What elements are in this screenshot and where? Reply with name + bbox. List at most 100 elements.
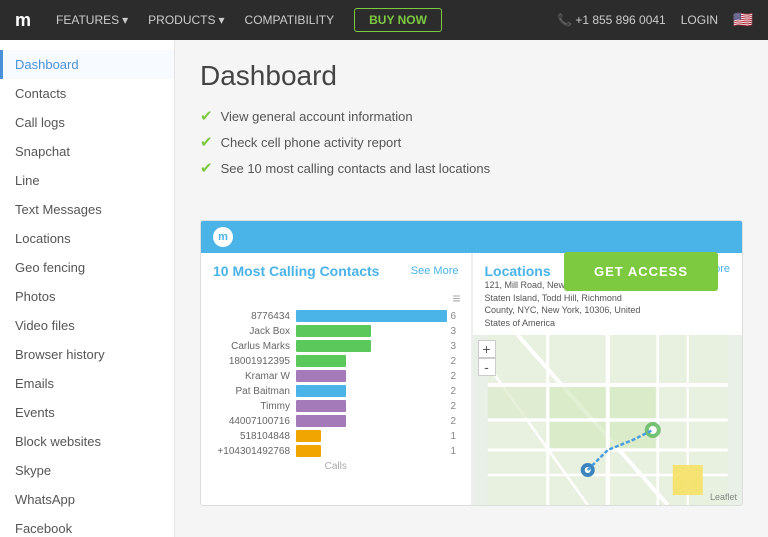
sidebar-item-locations[interactable]: Locations — [0, 224, 174, 253]
sidebar-item-call-logs[interactable]: Call logs — [0, 108, 174, 137]
nav-phone: 📞 +1 855 896 0041 — [557, 13, 666, 27]
bar-count: 2 — [451, 401, 461, 412]
bar-count: 3 — [451, 341, 461, 352]
check-icon: ✔ — [200, 107, 213, 125]
contacts-panel: 10 Most Calling Contacts See More ≡ 8776… — [201, 253, 472, 505]
bar-track — [296, 340, 447, 352]
bar-track — [296, 370, 447, 382]
bar-fill — [296, 445, 321, 457]
sidebar-item-block-websites[interactable]: Block websites — [0, 427, 174, 456]
layout: DashboardContactsCall logsSnapchatLineTe… — [0, 40, 768, 537]
sidebar-item-emails[interactable]: Emails — [0, 369, 174, 398]
bar-label: Timmy — [211, 401, 296, 412]
bar-fill — [296, 340, 371, 352]
leaflet-label: Leaflet — [710, 492, 737, 502]
panel-m-logo: m — [213, 227, 233, 247]
topnav: m FEATURES ▾ PRODUCTS ▾ COMPATIBILITY BU… — [0, 0, 768, 40]
sidebar-item-whatsapp[interactable]: WhatsApp — [0, 485, 174, 514]
bar-label: +104301492768 — [211, 446, 296, 457]
contacts-panel-title: 10 Most Calling Contacts — [213, 263, 379, 279]
bar-label: 18001912395 — [211, 356, 296, 367]
bar-track — [296, 385, 447, 397]
zoom-out-button[interactable]: - — [478, 358, 496, 376]
bar-row: 518104848 1 — [211, 430, 461, 442]
bar-track — [296, 445, 447, 457]
sidebar-item-facebook[interactable]: Facebook — [0, 514, 174, 537]
feature-item: ✔View general account information — [200, 107, 490, 125]
bar-count: 1 — [451, 446, 461, 457]
zoom-controls: + - — [478, 340, 496, 376]
bar-fill — [296, 400, 346, 412]
bar-label: 8776434 — [211, 311, 296, 322]
bar-row: Carlus Marks 3 — [211, 340, 461, 352]
nav-logo: m — [15, 10, 31, 31]
bar-row: Jack Box 3 — [211, 325, 461, 337]
bar-track — [296, 310, 447, 322]
bar-track — [296, 400, 447, 412]
bar-label: 44007100716 — [211, 416, 296, 427]
bar-label: Jack Box — [211, 326, 296, 337]
feature-item: ✔Check cell phone activity report — [200, 133, 490, 151]
bar-row: 44007100716 2 — [211, 415, 461, 427]
bar-count: 2 — [451, 386, 461, 397]
sidebar-item-events[interactable]: Events — [0, 398, 174, 427]
bar-label: Carlus Marks — [211, 341, 296, 352]
zoom-in-button[interactable]: + — [478, 340, 496, 358]
bar-count: 6 — [451, 311, 461, 322]
feature-list: ✔View general account information ✔Check … — [200, 107, 490, 185]
nav-login[interactable]: LOGIN — [681, 13, 718, 27]
sidebar-item-text-messages[interactable]: Text Messages — [0, 195, 174, 224]
sidebar-item-line[interactable]: Line — [0, 166, 174, 195]
bar-count: 2 — [451, 371, 461, 382]
bar-fill — [296, 370, 346, 382]
bar-track — [296, 415, 447, 427]
bar-row: Pat Baitman 2 — [211, 385, 461, 397]
sidebar-item-browser-history[interactable]: Browser history — [0, 340, 174, 369]
bar-chart: 8776434 6 Jack Box 3 Carlus Marks 3 1800… — [211, 310, 461, 457]
map-area: + - Leaflet — [473, 335, 743, 505]
bar-fill — [296, 415, 346, 427]
panel-header-bar: m — [201, 221, 742, 253]
topnav-right: 📞 +1 855 896 0041 LOGIN 🇺🇸 — [557, 10, 753, 30]
get-access-button[interactable]: GET ACCESS — [564, 252, 718, 291]
features-row: ✔View general account information ✔Check … — [200, 107, 743, 205]
bar-count: 2 — [451, 356, 461, 367]
sidebar-item-dashboard[interactable]: Dashboard — [0, 50, 174, 79]
page-title: Dashboard — [200, 60, 743, 92]
bar-fill — [296, 310, 447, 322]
bar-label: 518104848 — [211, 431, 296, 442]
bar-track — [296, 430, 447, 442]
sidebar-item-snapchat[interactable]: Snapchat — [0, 137, 174, 166]
nav-compatibility[interactable]: COMPATIBILITY — [245, 13, 335, 27]
sidebar-item-contacts[interactable]: Contacts — [0, 79, 174, 108]
bar-track — [296, 355, 447, 367]
sidebar-item-skype[interactable]: Skype — [0, 456, 174, 485]
bar-label: Pat Baitman — [211, 386, 296, 397]
nav-products[interactable]: PRODUCTS ▾ — [148, 13, 224, 27]
chart-axis-label: Calls — [211, 461, 461, 472]
nav-buy-now[interactable]: BUY NOW — [354, 8, 442, 32]
bar-fill — [296, 430, 321, 442]
map-svg — [473, 335, 743, 505]
main-content: Dashboard ✔View general account informat… — [175, 40, 768, 537]
bar-track — [296, 325, 447, 337]
nav-flag[interactable]: 🇺🇸 — [733, 10, 753, 30]
bar-row: Timmy 2 — [211, 400, 461, 412]
bar-row: 18001912395 2 — [211, 355, 461, 367]
contacts-panel-header: 10 Most Calling Contacts See More — [201, 253, 471, 285]
contacts-see-more[interactable]: See More — [411, 265, 459, 277]
sidebar: DashboardContactsCall logsSnapchatLineTe… — [0, 40, 175, 537]
bar-count: 3 — [451, 326, 461, 337]
bar-count: 1 — [451, 431, 461, 442]
nav-features[interactable]: FEATURES ▾ — [56, 13, 128, 27]
bar-row: +104301492768 1 — [211, 445, 461, 457]
bar-fill — [296, 355, 346, 367]
sidebar-item-geo-fencing[interactable]: Geo fencing — [0, 253, 174, 282]
sidebar-item-video-files[interactable]: Video files — [0, 311, 174, 340]
bar-fill — [296, 385, 346, 397]
check-icon: ✔ — [200, 133, 213, 151]
chart-menu-icon[interactable]: ≡ — [211, 290, 461, 306]
feature-item: ✔See 10 most calling contacts and last l… — [200, 159, 490, 177]
bar-count: 2 — [451, 416, 461, 427]
sidebar-item-photos[interactable]: Photos — [0, 282, 174, 311]
